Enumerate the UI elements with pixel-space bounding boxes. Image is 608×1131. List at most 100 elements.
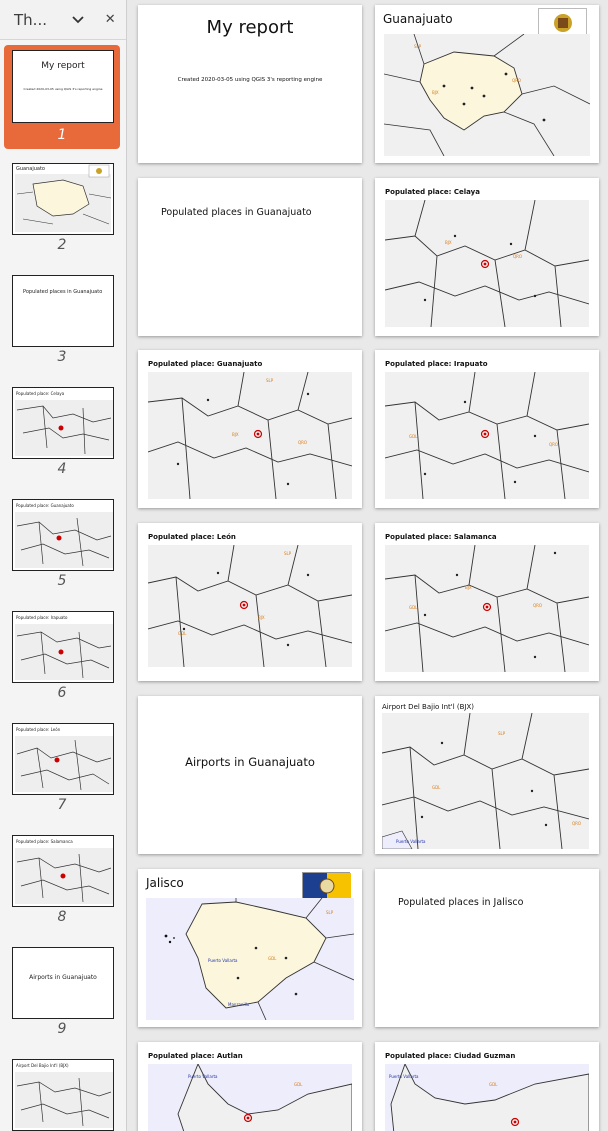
map-jalisco: Puerto Vallarta Manzanillo GDL SLP	[146, 898, 354, 1020]
thumbnail-page-2[interactable]: Guanajuato 2	[4, 163, 120, 263]
jalisco-flag-image	[302, 872, 351, 899]
svg-text:QRO: QRO	[549, 442, 558, 447]
page-title: Populated place: Celaya	[385, 188, 480, 196]
svg-text:SLP: SLP	[284, 551, 292, 556]
thumbnail-preview: Populated place: Salamanca	[12, 835, 114, 907]
svg-text:GDL: GDL	[409, 605, 418, 610]
page-title: Airports in Guanajuato	[185, 755, 315, 769]
thumbnail-map	[15, 736, 113, 792]
svg-text:SLP: SLP	[326, 910, 334, 915]
thumbnail-map	[15, 624, 113, 680]
report-page-11: Jalisco Puerto Vallarta Manzanillo GDL SLP	[138, 869, 362, 1027]
thumbnail-map	[15, 1072, 113, 1128]
page-title: Populated places in Jalisco	[398, 897, 524, 908]
svg-text:QRO: QRO	[572, 821, 581, 826]
svg-text:QRO: QRO	[298, 440, 307, 445]
svg-text:Puerto Vallarta: Puerto Vallarta	[208, 958, 238, 963]
thumbnail-page-6[interactable]: Populated place: Irapuato 6	[4, 611, 120, 711]
page-title: Populated places in Guanajuato	[161, 207, 312, 218]
map-autlan: Puerto Vallarta GDL	[148, 1064, 352, 1131]
thumbnail-preview: My report Created 2020-03-05 using QGIS …	[12, 50, 114, 123]
report-page-13: Populated place: Autlan Puerto Vallarta …	[138, 1042, 362, 1131]
report-page-2: Guanajuato BJX QRO SLP	[375, 5, 599, 163]
page-subtitle: Created 2020-03-05 using QGIS 3's report…	[177, 77, 323, 83]
svg-text:QRO: QRO	[533, 603, 542, 608]
thumbnail-page-7[interactable]: Populated place: León 7	[4, 723, 120, 823]
report-page-10: Airport Del Bajio Int'l (BJX) SLP GDL QRO …	[375, 696, 599, 854]
thumbnail-preview: Airport Del Bajio Int'l (BJX)	[12, 1059, 114, 1131]
thumbnail-map	[15, 512, 113, 568]
thumbnail-sidebar: Th... ✕ My report Created 2020-03-05 usi…	[0, 0, 127, 1131]
svg-text:GDL: GDL	[178, 631, 187, 636]
thumbnail-map	[15, 400, 113, 456]
svg-text:BJX: BJX	[232, 432, 239, 437]
thumbnail-preview: Guanajuato	[12, 163, 114, 235]
sidebar-header: Th... ✕	[0, 0, 126, 40]
thumbnail-preview: Populated place: Irapuato	[12, 611, 114, 683]
svg-text:GDL: GDL	[268, 956, 277, 961]
svg-text:SLP: SLP	[266, 378, 274, 383]
map-irapuato: GDL QRO	[385, 372, 589, 499]
thumbnail-page-10[interactable]: Airport Del Bajio Int'l (BJX)	[4, 1059, 120, 1131]
svg-text:SLP: SLP	[414, 44, 422, 49]
thumbnail-preview: Populated place: Guanajuato	[12, 499, 114, 571]
map-leon: GDL BJX SLP	[148, 545, 352, 667]
svg-text:Puerto Vallarta: Puerto Vallarta	[188, 1074, 218, 1079]
svg-text:BJX: BJX	[465, 585, 472, 590]
svg-text:SLP: SLP	[498, 731, 506, 736]
report-page-5: Populated place: Guanajuato BJX QRO SLP	[138, 350, 362, 508]
page-title: Jalisco	[146, 876, 184, 890]
map-guanajuato: BJX QRO SLP	[384, 34, 590, 156]
thumbnail-page-1[interactable]: My report Created 2020-03-05 using QGIS …	[4, 45, 120, 149]
page-title: Populated place: Guanajuato	[148, 360, 263, 368]
coat-of-arms-image	[538, 8, 587, 37]
thumbnail-page-5[interactable]: Populated place: Guanajuato 5	[4, 499, 120, 599]
page-title: Populated place: Ciudad Guzman	[385, 1052, 516, 1060]
report-page-9: Airports in Guanajuato	[138, 696, 362, 854]
svg-text:BJX: BJX	[258, 615, 265, 620]
thumbnail-preview: Populated place: León	[12, 723, 114, 795]
report-page-3: Populated places in Guanajuato	[138, 178, 362, 336]
svg-text:QRO: QRO	[513, 254, 522, 259]
svg-text:BJX: BJX	[445, 240, 452, 245]
thumbnail-page-4[interactable]: Populated place: Celaya 4	[4, 387, 120, 487]
thumbnail-number: 2	[57, 237, 67, 253]
chevron-down-icon[interactable]	[69, 11, 86, 29]
page-title: Populated place: Autlan	[148, 1052, 243, 1060]
page-title: Populated place: Salamanca	[385, 533, 497, 541]
map-celaya: BJX QRO	[385, 200, 589, 327]
sidebar-title: Th...	[14, 10, 47, 29]
svg-text:GDL: GDL	[294, 1082, 303, 1087]
thumbnail-number: 7	[57, 797, 67, 813]
thumbnail-page-3[interactable]: Populated places in Guanajuato 3	[4, 275, 120, 375]
thumbnail-page-9[interactable]: Airports in Guanajuato 9	[4, 947, 120, 1047]
thumbnail-map	[15, 848, 113, 904]
page-title: Populated place: León	[148, 533, 236, 541]
svg-text:Manzanillo: Manzanillo	[228, 1002, 250, 1007]
thumbnail-number: 1	[57, 127, 67, 143]
thumbnail-number: 6	[57, 685, 67, 701]
page-title: Populated place: Irapuato	[385, 360, 488, 368]
thumbnail-preview: Airports in Guanajuato	[12, 947, 114, 1019]
thumbnail-title: My report	[41, 61, 85, 71]
thumbnail-number: 9	[57, 1021, 67, 1037]
page-title: Guanajuato	[383, 12, 453, 26]
thumbnail-map	[15, 164, 112, 232]
thumbnail-preview: Populated place: Celaya	[12, 387, 114, 459]
report-page-7: Populated place: León GDL BJX SLP	[138, 523, 362, 681]
thumbnail-number: 3	[57, 349, 67, 365]
svg-text:GDL: GDL	[432, 785, 441, 790]
svg-text:Puerto Vallarta: Puerto Vallarta	[396, 839, 426, 844]
report-page-12: Populated places in Jalisco	[375, 869, 599, 1027]
thumbnail-subtitle: Created 2020-03-05 using QGIS 3's report…	[23, 87, 103, 91]
svg-text:Puerto Vallarta: Puerto Vallarta	[389, 1074, 419, 1079]
map-airport-bjx: SLP GDL QRO Puerto Vallarta	[382, 713, 589, 849]
svg-text:GDL: GDL	[409, 434, 418, 439]
map-guanajuato-city: BJX QRO SLP	[148, 372, 352, 499]
thumbnail-title: Airports in Guanajuato	[29, 974, 97, 981]
close-icon[interactable]: ✕	[102, 12, 118, 27]
thumbnail-page-8[interactable]: Populated place: Salamanca 8	[4, 835, 120, 935]
thumbnail-number: 8	[57, 909, 67, 925]
svg-text:BJX: BJX	[432, 90, 439, 95]
report-page-6: Populated place: Irapuato GDL QRO	[375, 350, 599, 508]
